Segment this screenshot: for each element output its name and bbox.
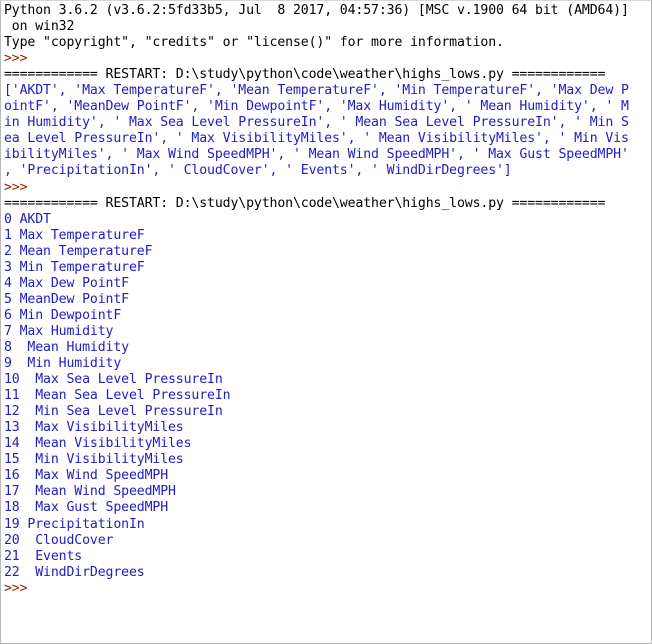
console-line-prompt: >>> [4, 580, 28, 596]
console-line-output: 0 AKDT [4, 211, 51, 227]
console-line-output: 15 Min VisibilityMiles [4, 452, 184, 468]
console-line-output: 2 Mean TemperatureF [4, 243, 153, 259]
console-line-output: 10 Max Sea Level PressureIn [4, 372, 223, 388]
console-line-stdout: Type "copyright", "credits" or "license(… [4, 35, 504, 51]
console-line-output: 5 MeanDew PointF [4, 291, 129, 307]
console-line-output: 7 Max Humidity [4, 323, 114, 339]
console-line-output: 20 CloudCover [4, 532, 114, 548]
console-line-output: 21 Events [4, 548, 83, 564]
console-line-output: ointF', 'MeanDew PointF', 'Min DewpointF… [4, 99, 629, 115]
console-line-output: 13 Max VisibilityMiles [4, 420, 184, 436]
console-line-stdout: Python 3.6.2 (v3.6.2:5fd33b5, Jul 8 2017… [4, 3, 629, 18]
console-line-output: 14 Mean VisibilityMiles [4, 436, 192, 452]
console-line-output: 19 PrecipitationIn [4, 516, 145, 532]
console-line-output: 3 Min TemperatureF [4, 259, 145, 275]
console-line-output: 17 Mean Wind SpeedMPH [4, 484, 176, 500]
console-line-output: 22 WindDirDegrees [4, 564, 145, 580]
console-line-output: 11 Mean Sea Level PressureIn [4, 388, 231, 404]
console-line-output: in Humidity', ' Max Sea Level PressureIn… [4, 115, 629, 131]
console-line-output: ['AKDT', 'Max TemperatureF', 'Mean Tempe… [4, 83, 629, 99]
console-line-output: 4 Max Dew PointF [4, 275, 129, 291]
console-line-output: , 'PrecipitationIn', ' CloudCover', ' Ev… [4, 163, 512, 179]
console-line-stdout: on win32 [4, 19, 75, 35]
console-line-output: ea Level PressureIn', ' Max VisibilityMi… [4, 131, 629, 147]
console-line-output: ibilityMiles', ' Max Wind SpeedMPH', ' M… [4, 147, 629, 163]
console-line-output: 12 Min Sea Level PressureIn [4, 404, 223, 420]
console-line-output: 18 Max Gust SpeedMPH [4, 500, 169, 516]
console-line-prompt: >>> [4, 51, 28, 67]
console-line-prompt: >>> [4, 179, 28, 195]
console-line-output: 1 Max TemperatureF [4, 227, 145, 243]
console-output-area[interactable]: Python 3.6.2 (v3.6.2:5fd33b5, Jul 8 2017… [4, 3, 651, 643]
console-line-output: 9 Min Humidity [4, 356, 122, 372]
console-line-output: 16 Max Wind SpeedMPH [4, 468, 169, 484]
idle-shell-window[interactable]: Python 3.6.2 (v3.6.2:5fd33b5, Jul 8 2017… [0, 0, 652, 644]
console-line-output: 8 Mean Humidity [4, 339, 129, 355]
console-line-output: 6 Min DewpointF [4, 307, 122, 323]
console-line-restart: ============ RESTART: D:\study\python\co… [4, 67, 606, 83]
console-line-restart: ============ RESTART: D:\study\python\co… [4, 195, 606, 211]
